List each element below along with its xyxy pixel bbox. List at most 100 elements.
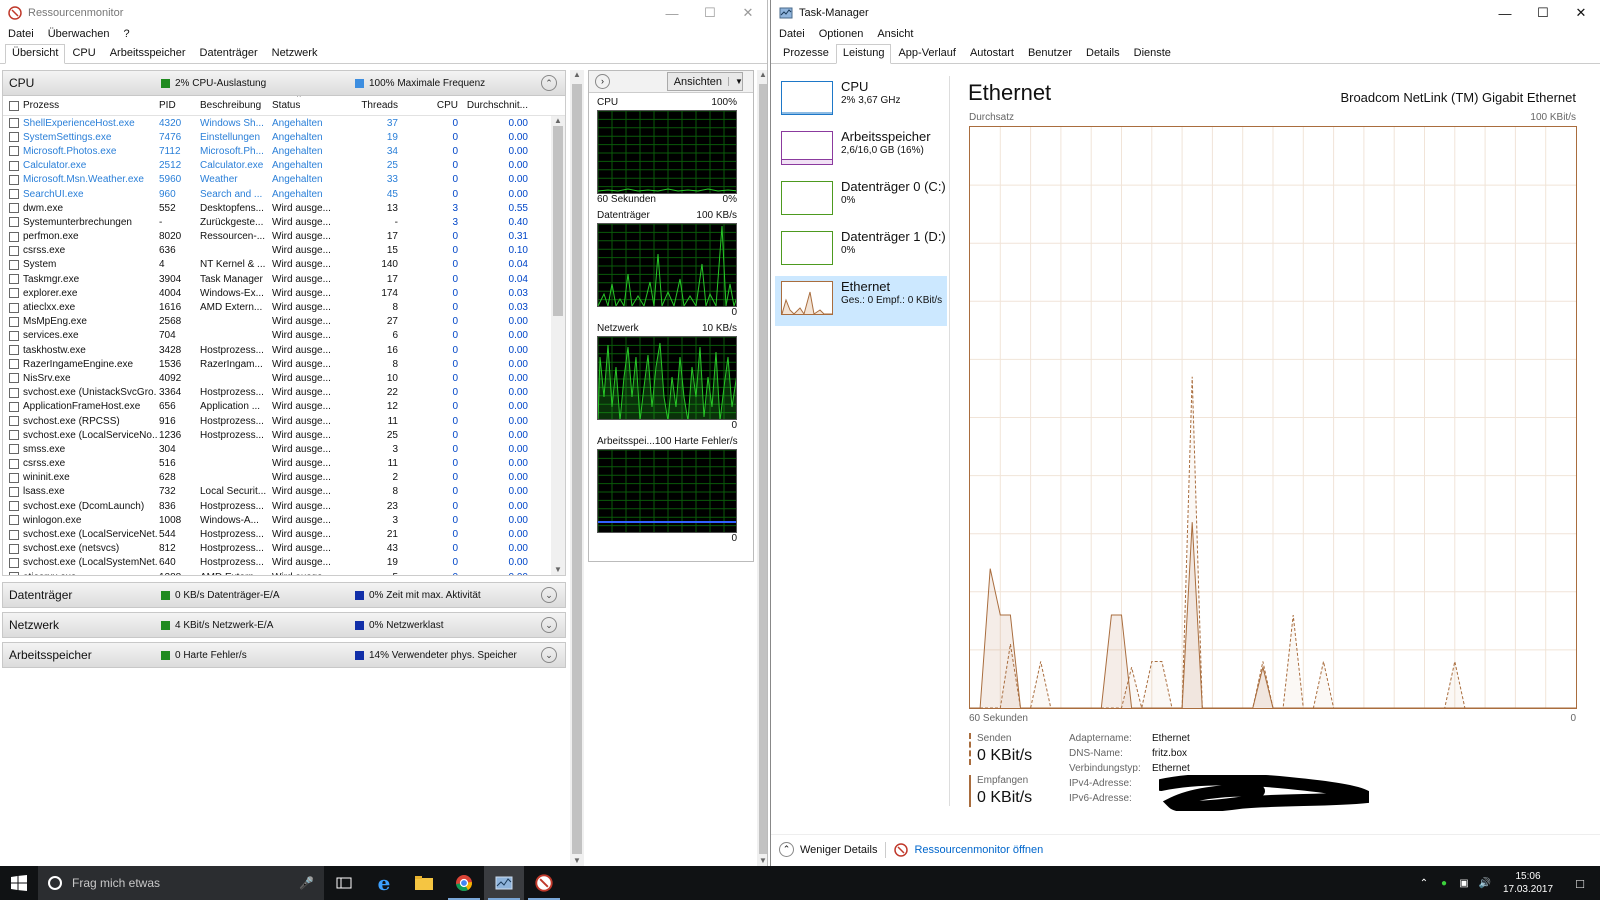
action-center-icon[interactable]: □ (1560, 876, 1600, 891)
process-checkbox[interactable] (9, 259, 19, 270)
process-checkbox[interactable] (9, 430, 19, 441)
process-checkbox[interactable] (9, 146, 19, 157)
task-manager-taskbar-button[interactable] (484, 866, 524, 900)
start-button[interactable] (0, 866, 38, 900)
chevron-up-icon[interactable]: ⌃ (779, 842, 794, 857)
process-row[interactable]: lsass.exe 732 Local Securit... Wird ausge..… (3, 485, 565, 499)
process-checkbox[interactable] (9, 302, 19, 313)
process-row[interactable]: RazerIngameEngine.exe 1536 RazerIngam... Wi… (3, 357, 565, 371)
process-row[interactable]: smss.exe 304 Wird ausge... 3 0 0.00 (3, 442, 565, 456)
tm-titlebar[interactable]: Task-Manager — ☐ ✕ (771, 0, 1600, 26)
process-checkbox[interactable] (9, 330, 19, 341)
process-checkbox[interactable] (9, 132, 19, 143)
scroll-thumb[interactable] (572, 84, 582, 854)
process-row[interactable]: Systemunterbrechungen - Zurückgeste... Wird… (3, 215, 565, 229)
tray-app-icon[interactable]: ● (1434, 878, 1454, 889)
scroll-down-icon[interactable]: ▼ (551, 565, 565, 575)
process-checkbox[interactable] (9, 458, 19, 469)
expand-chevron-icon[interactable]: ⌄ (541, 587, 557, 603)
sidebar-item-cpu[interactable]: CPU 2% 3,67 GHz (775, 76, 947, 126)
col-status[interactable]: Status (272, 100, 342, 111)
menu-ueberwachen[interactable]: Überwachen (48, 28, 110, 40)
process-row[interactable]: SearchUI.exe 960 Search and ... Angehalten 4… (3, 187, 565, 201)
close-button[interactable]: ✕ (1562, 5, 1600, 21)
menu-optionen[interactable]: Optionen (819, 28, 864, 40)
explorer-taskbar-button[interactable] (404, 866, 444, 900)
cortana-search-box[interactable]: Frag mich etwas 🎤 (38, 866, 324, 900)
tab-arbeitsspeicher[interactable]: Arbeitsspeicher (103, 44, 193, 63)
process-checkbox[interactable] (9, 118, 19, 129)
process-checkbox[interactable] (9, 416, 19, 427)
process-checkbox[interactable] (9, 189, 19, 200)
col-durchschnitt[interactable]: Durchschnit... (458, 100, 528, 111)
process-row[interactable]: winlogon.exe 1008 Windows-A... Wird ausge..… (3, 513, 565, 527)
close-button[interactable]: ✕ (729, 5, 767, 21)
process-checkbox[interactable] (9, 217, 19, 228)
process-checkbox[interactable] (9, 274, 19, 285)
process-row[interactable]: atieclxx.exe 1616 AMD Extern... Wird ausge.… (3, 300, 565, 314)
col-prozess[interactable]: Prozess (23, 100, 157, 111)
process-checkbox[interactable] (9, 345, 19, 356)
col-beschreibung[interactable]: Beschreibung (200, 100, 272, 111)
process-checkbox[interactable] (9, 160, 19, 171)
arbeitsspeicher-section-header[interactable]: Arbeitsspeicher 0 Harte Fehler/s 14% Ver… (2, 642, 566, 668)
col-threads[interactable]: Threads (342, 100, 398, 111)
menu-datei[interactable]: Datei (779, 28, 805, 40)
process-checkbox[interactable] (9, 515, 19, 526)
collapse-chevron-icon[interactable]: ⌃ (541, 75, 557, 91)
process-checkbox[interactable] (9, 359, 19, 370)
scroll-up-icon[interactable]: ▲ (551, 116, 565, 126)
process-row[interactable]: ApplicationFrameHost.exe 656 Application .… (3, 400, 565, 414)
tab-autostart[interactable]: Autostart (963, 44, 1021, 63)
process-checkbox[interactable] (9, 245, 19, 256)
process-checkbox[interactable] (9, 373, 19, 384)
process-row[interactable]: svchost.exe (DcomLaunch) 836 Hostprozess..… (3, 499, 565, 513)
process-checkbox[interactable] (9, 529, 19, 540)
process-row[interactable]: dwm.exe 552 Desktopfens... Wird ausge... 13 3… (3, 201, 565, 215)
process-row[interactable]: svchost.exe (UnistackSvcGro... 3364 Hostpr… (3, 386, 565, 400)
process-checkbox[interactable] (9, 174, 19, 185)
expand-chevron-icon[interactable]: ⌄ (541, 647, 557, 663)
menu-datei[interactable]: Datei (8, 28, 34, 40)
process-checkbox[interactable] (9, 472, 19, 483)
col-pid[interactable]: PID (157, 100, 200, 111)
process-row[interactable]: Taskmgr.exe 3904 Task Manager Wird ausge...… (3, 272, 565, 286)
minimize-button[interactable]: — (1486, 6, 1524, 21)
process-row[interactable]: Microsoft.Photos.exe 7112 Microsoft.Ph... A… (3, 144, 565, 158)
sidebar-item-disk0[interactable]: Datenträger 0 (C:) 0% (775, 176, 947, 226)
tab-datentraeger[interactable]: Datenträger (193, 44, 265, 63)
process-checkbox[interactable] (9, 401, 19, 412)
tab-benutzer[interactable]: Benutzer (1021, 44, 1079, 63)
sidebar-item-disk1[interactable]: Datenträger 1 (D:) 0% (775, 226, 947, 276)
process-checkbox[interactable] (9, 486, 19, 497)
process-row[interactable]: System 4 NT Kernel & ... Wird ausge... 140 0 0… (3, 258, 565, 272)
tray-chevron-up-icon[interactable]: ⌃ (1414, 878, 1434, 889)
process-checkbox[interactable] (9, 501, 19, 512)
microphone-icon[interactable]: 🎤 (299, 876, 314, 890)
minimize-button[interactable]: — (653, 6, 691, 21)
edge-taskbar-button[interactable]: e (364, 866, 404, 900)
rm-titlebar[interactable]: Ressourcenmonitor — ☐ ✕ (0, 0, 767, 26)
process-checkbox[interactable] (9, 231, 19, 242)
process-checkbox[interactable] (9, 572, 19, 575)
tab-app-verlauf[interactable]: App-Verlauf (891, 44, 962, 63)
process-checkbox[interactable] (9, 203, 19, 214)
tab-leistung[interactable]: Leistung (835, 44, 892, 64)
dropdown-arrow-icon[interactable]: ▼ (728, 77, 743, 86)
process-checkbox[interactable] (9, 444, 19, 455)
process-row[interactable]: ShellExperienceHost.exe 4320 Windows Sh...… (3, 116, 565, 130)
volume-icon[interactable]: 🔊 (1474, 878, 1496, 889)
maximize-button[interactable]: ☐ (691, 5, 729, 21)
process-row[interactable]: csrss.exe 636 Wird ausge... 15 0 0.10 (3, 244, 565, 258)
process-row[interactable]: atiesrxx.exe1288AMD Extern...Wird ausge.… (3, 570, 565, 575)
process-row[interactable]: NisSrv.exe 4092 Wird ausge... 10 0 0.00 (3, 371, 565, 385)
overview-scrollbar[interactable]: ▲ ▼ (570, 70, 584, 866)
process-row[interactable]: svchost.exe (netsvcs) 812 Hostprozess... Wi… (3, 542, 565, 556)
network-icon[interactable]: ▣ (1454, 878, 1474, 889)
menu-ansicht[interactable]: Ansicht (877, 28, 913, 40)
col-cpu[interactable]: CPU (398, 100, 458, 111)
fewer-details-link[interactable]: Weniger Details (800, 844, 877, 856)
tab-cpu[interactable]: CPU (65, 44, 102, 63)
process-checkbox[interactable] (9, 288, 19, 299)
clock[interactable]: 15:06 17.03.2017 (1496, 870, 1560, 896)
